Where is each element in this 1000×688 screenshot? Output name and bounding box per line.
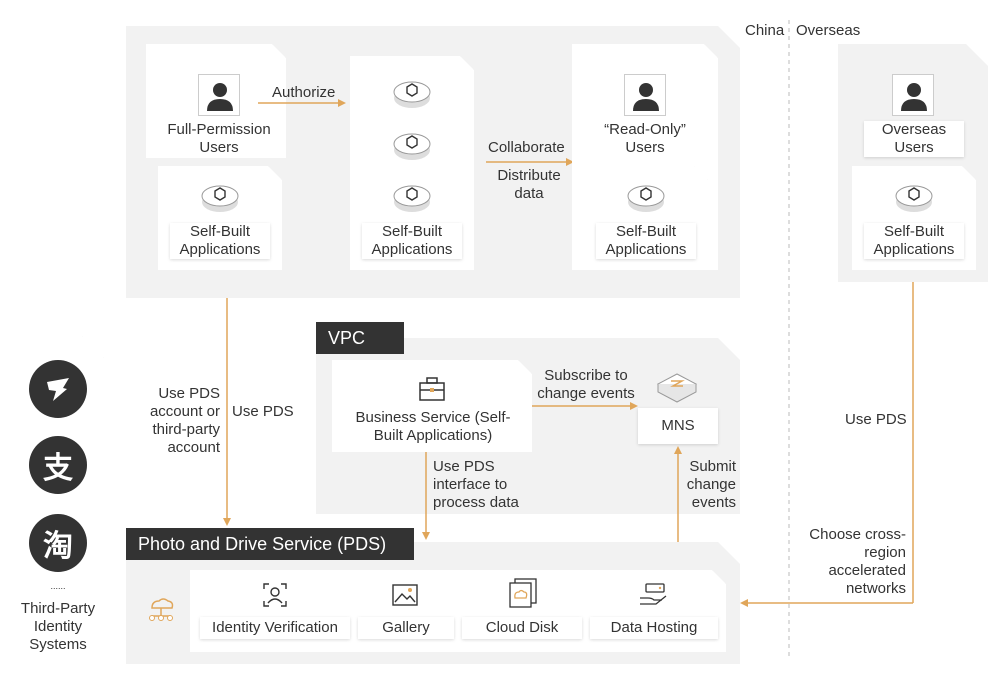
region-china-label: China — [745, 22, 785, 39]
app-icon — [393, 133, 431, 160]
app-icon — [201, 185, 239, 212]
self-built-apps-right-label: Self-Built Applications — [596, 223, 696, 259]
vpc-title: VPC — [316, 322, 404, 354]
cloud-disk-icon — [509, 578, 537, 608]
pds-feature-identity-verification: Identity Verification — [200, 617, 350, 639]
pds-feature-gallery: Gallery — [358, 617, 454, 639]
user-icon — [624, 74, 666, 116]
app-icon — [393, 185, 431, 212]
business-service-label: Business Service (Self-Built Application… — [355, 409, 511, 444]
distribute-data-label: Distribute data — [497, 167, 561, 202]
pds-feature-data-hosting: Data Hosting — [590, 617, 718, 639]
gallery-icon — [392, 584, 418, 606]
use-pds-right-label: Use PDS — [845, 411, 907, 428]
identity-verification-icon — [263, 583, 287, 607]
pds-feature-cloud-disk: Cloud Disk — [462, 617, 582, 639]
briefcase-icon — [419, 377, 445, 401]
use-pds-left-label: Use PDS — [232, 403, 294, 420]
use-pds-account-label: Use PDS account or third-party account — [149, 385, 220, 456]
user-icon — [892, 74, 934, 116]
app-icon — [627, 185, 665, 212]
full-permission-users-label: Full-Permission Users — [167, 121, 271, 156]
app-icon — [895, 185, 933, 212]
pds-title: Photo and Drive Service (PDS) — [126, 528, 414, 560]
self-built-apps-middle-label: Self-Built Applications — [362, 223, 462, 259]
alipay-icon: 支 — [29, 436, 87, 494]
data-hosting-icon — [640, 583, 667, 605]
overseas-users-label: Overseas Users — [864, 121, 964, 157]
mns-label: MNS — [638, 408, 718, 444]
dingtalk-icon — [29, 360, 87, 418]
third-party-label: Third-Party Identity Systems — [20, 600, 96, 653]
user-icon — [198, 74, 240, 116]
taobao-icon: 淘 — [29, 514, 87, 572]
collaborate-label: Collaborate — [488, 139, 565, 156]
read-only-users-label: “Read-Only” Users — [595, 121, 695, 157]
choose-networks-label: Choose cross-region accelerated networks — [809, 526, 906, 597]
submit-label: Submit change events — [686, 458, 736, 511]
mns-icon — [656, 373, 698, 403]
third-party-ellipsis: ...... — [50, 581, 66, 591]
self-built-apps-left-label: Self-Built Applications — [170, 223, 270, 259]
app-icon — [393, 81, 431, 108]
cloud-network-icon — [149, 598, 174, 621]
authorize-label: Authorize — [272, 84, 336, 101]
subscribe-label: Subscribe to change events — [537, 367, 635, 402]
region-overseas-label: Overseas — [796, 22, 861, 39]
self-built-apps-overseas-label: Self-Built Applications — [864, 223, 964, 259]
process-label: Use PDS interface to process data — [433, 458, 519, 511]
